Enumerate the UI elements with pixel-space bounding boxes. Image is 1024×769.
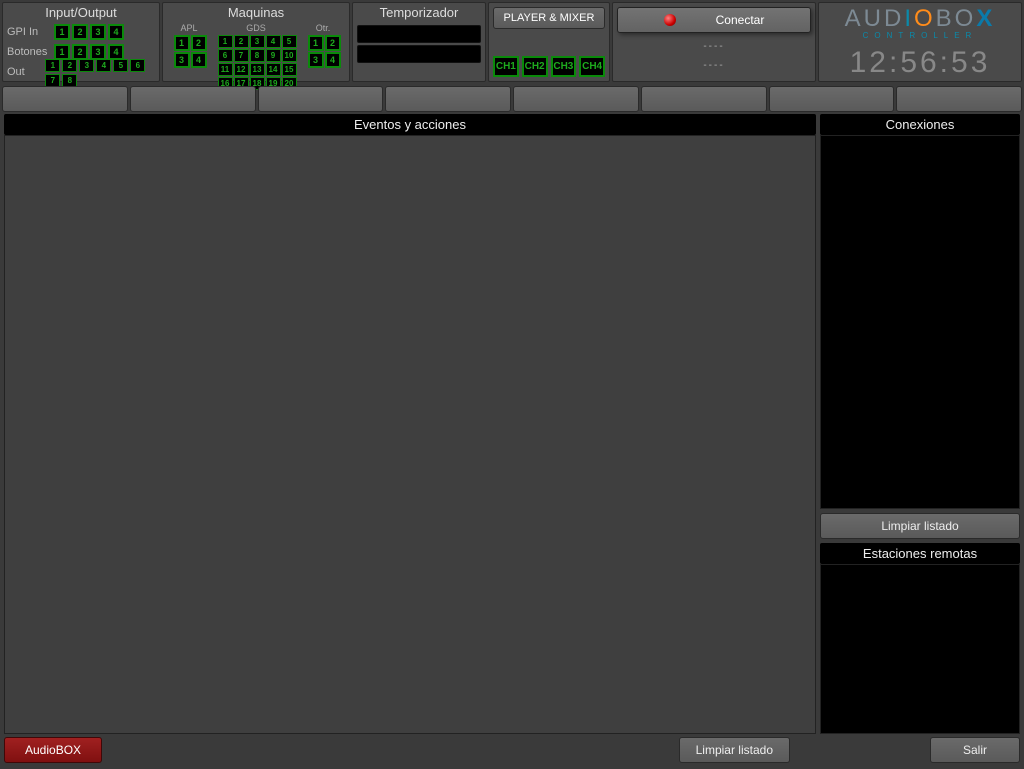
num-button-2[interactable]: 2 [325,35,341,51]
out-label: Out [7,66,44,78]
conexiones-limpiar-button[interactable]: Limpiar listado [820,513,1020,539]
num-button-4[interactable]: 4 [191,52,207,68]
slot-1[interactable] [2,86,128,112]
brand-logo: AUDIOBOX [845,5,996,33]
num-button-12[interactable]: 12 [234,63,249,76]
events-header: Eventos y acciones [4,114,816,135]
temporizador-title: Temporizador [357,5,481,23]
temporizador-panel: Temporizador [352,2,486,82]
num-button-2[interactable]: 2 [62,59,77,72]
num-button-3[interactable]: 3 [90,24,106,40]
num-button-2[interactable]: 2 [191,35,207,51]
num-button-14[interactable]: 14 [266,63,281,76]
conexiones-body [820,135,1020,509]
num-button-4[interactable]: 4 [325,52,341,68]
num-button-3[interactable]: 3 [250,35,265,48]
maquinas-title: Maquinas [167,5,345,23]
num-button-1[interactable]: 1 [218,35,233,48]
connect-status-1: ---- [617,41,811,52]
estaciones-body [820,564,1020,734]
io-title: Input/Output [7,5,155,23]
num-button-7[interactable]: 7 [234,49,249,62]
channel-button-ch4[interactable]: CH4 [579,56,605,77]
channel-button-ch2[interactable]: CH2 [522,56,548,77]
salir-button[interactable]: Salir [930,737,1020,763]
num-button-3[interactable]: 3 [308,52,324,68]
maquinas-panel: Maquinas APL 1234 GDS 123456789101112131… [162,2,350,82]
num-button-13[interactable]: 13 [250,63,265,76]
num-button-1[interactable]: 1 [54,24,70,40]
num-button-3[interactable]: 3 [174,52,190,68]
otr-label: Otr. [307,23,340,33]
num-button-3[interactable]: 3 [79,59,94,72]
num-button-4[interactable]: 4 [266,35,281,48]
events-limpiar-button[interactable]: Limpiar listado [679,737,790,763]
slot-2[interactable] [130,86,256,112]
num-button-1[interactable]: 1 [308,35,324,51]
brand-sub: CONTROLLER [863,31,978,40]
connect-label: Conectar [716,13,765,27]
num-button-1[interactable]: 1 [174,35,190,51]
channel-button-ch1[interactable]: CH1 [493,56,519,77]
slot-4[interactable] [385,86,511,112]
gpi-label: GPI In [7,26,53,38]
audiobox-button[interactable]: AudioBOX [4,737,102,763]
record-icon [664,14,676,26]
num-button-2[interactable]: 2 [72,24,88,40]
num-button-2[interactable]: 2 [234,35,249,48]
io-panel: Input/Output GPI In 1234 Botones 1234 Ou… [2,2,160,82]
clock: 12:56:53 [850,46,991,80]
conexiones-header: Conexiones [820,114,1020,135]
connect-status-2: ---- [617,60,811,71]
num-button-4[interactable]: 4 [96,59,111,72]
slot-row [0,84,1024,114]
num-button-6[interactable]: 6 [130,59,145,72]
player-mixer-button[interactable]: PLAYER & MIXER [493,7,605,29]
slot-7[interactable] [769,86,895,112]
connect-button[interactable]: Conectar [617,7,811,33]
num-button-10[interactable]: 10 [282,49,297,62]
slot-6[interactable] [641,86,767,112]
temp-display-1 [357,25,481,43]
estaciones-header: Estaciones remotas [820,543,1020,564]
logo-panel: AUDIOBOX CONTROLLER 12:56:53 [818,2,1022,82]
num-button-9[interactable]: 9 [266,49,281,62]
num-button-15[interactable]: 15 [282,63,297,76]
events-body [4,135,816,734]
num-button-6[interactable]: 6 [218,49,233,62]
gds-label: GDS [217,23,296,33]
connect-panel: Conectar ---- ---- [612,2,816,82]
num-button-4[interactable]: 4 [108,24,124,40]
channels-panel: PLAYER & MIXER CH1CH2CH3CH4 [488,2,610,82]
slot-8[interactable] [896,86,1022,112]
num-button-8[interactable]: 8 [250,49,265,62]
num-button-5[interactable]: 5 [282,35,297,48]
slot-5[interactable] [513,86,639,112]
channel-button-ch3[interactable]: CH3 [551,56,577,77]
slot-3[interactable] [258,86,384,112]
num-button-5[interactable]: 5 [113,59,128,72]
temp-display-2 [357,45,481,63]
num-button-11[interactable]: 11 [218,63,233,76]
apl-label: APL [173,23,206,33]
num-button-1[interactable]: 1 [45,59,60,72]
